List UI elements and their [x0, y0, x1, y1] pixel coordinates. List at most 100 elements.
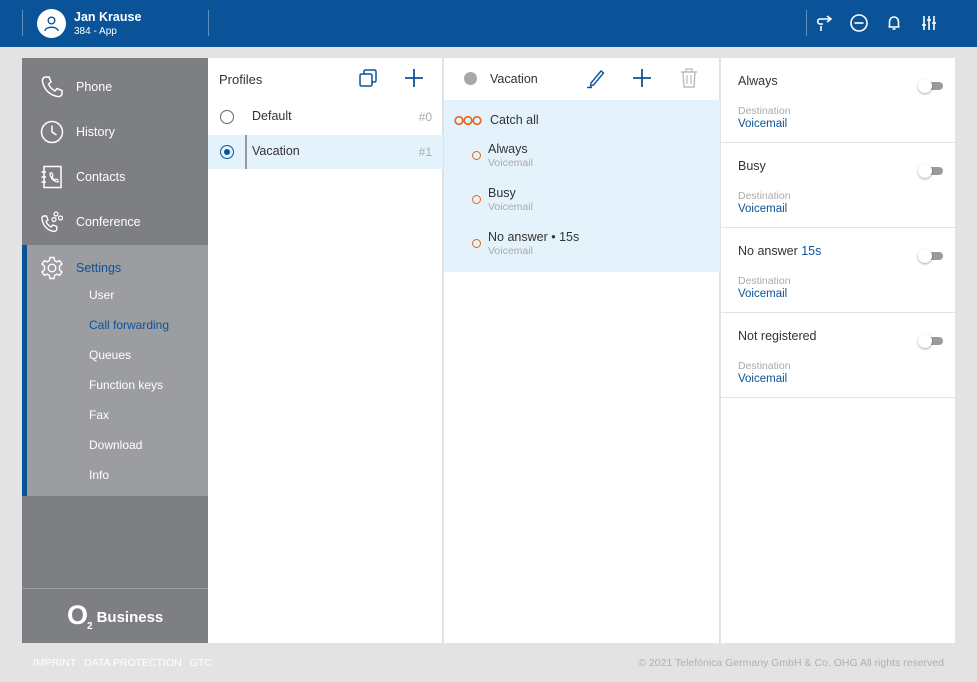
selection-indicator [245, 135, 247, 169]
contacts-icon [41, 165, 62, 189]
header-divider [22, 10, 23, 36]
delete-profile-button[interactable] [678, 67, 700, 89]
pencil-icon [587, 70, 605, 89]
not-registered-toggle[interactable] [918, 334, 943, 348]
catch-all-label: Catch all [490, 113, 539, 127]
sidebar-item-settings[interactable]: Settings [27, 245, 208, 290]
rule-title: Busy [488, 186, 516, 200]
sidebar-item-label: Settings [76, 260, 122, 275]
profile-row[interactable]: Vacation #1 [208, 135, 443, 169]
destination-label: Destination [738, 190, 791, 202]
settings-section: Settings User Call forwarding Queues Fun… [22, 245, 208, 496]
copy-icon [359, 69, 377, 87]
rule-destination: Voicemail [488, 157, 533, 169]
footer-links: IMPRINT DATA PROTECTION GTC [33, 657, 217, 669]
rule-title: No answer • 15s [488, 230, 580, 244]
sidebar-item-label: Phone [76, 79, 113, 94]
user-name: Jan Krause [74, 10, 142, 24]
profile-number: #0 [418, 110, 432, 124]
top-bar: Jan Krause 384 - App [0, 0, 977, 47]
conference-icon [41, 211, 64, 233]
sidebar-item-phone[interactable]: Phone [22, 64, 208, 109]
rule-title: Always [488, 142, 528, 156]
sidebar: Phone History Contacts Conference Settin… [22, 58, 208, 643]
sidebar-item-contacts[interactable]: Contacts [22, 154, 208, 199]
settings-sub-info[interactable]: Info [89, 468, 109, 482]
rule-destination: Voicemail [488, 201, 533, 213]
card-title: Busy [738, 159, 766, 173]
forward-card-no-answer: No answer 15s Destination Voicemail [721, 228, 955, 313]
card-title: Not registered [738, 329, 817, 343]
clock-icon [40, 120, 64, 144]
rule-bullet-icon [472, 151, 481, 160]
sidebar-item-label: History [76, 124, 115, 139]
settings-sub-function-keys[interactable]: Function keys [89, 378, 163, 392]
profile-name: Vacation [252, 144, 300, 158]
forward-card-busy: Busy Destination Voicemail [721, 143, 955, 228]
destination-value[interactable]: Voicemail [738, 288, 787, 300]
add-rule-button[interactable] [631, 67, 653, 89]
destination-value[interactable]: Voicemail [738, 203, 787, 215]
call-return-icon[interactable] [813, 12, 835, 34]
rules-profile-title: Vacation [490, 72, 538, 86]
sidebar-item-label: Contacts [76, 169, 126, 184]
copyright: © 2021 Telefónica Germany GmbH & Co. OHG… [638, 657, 944, 669]
add-profile-button[interactable] [403, 67, 425, 89]
no-answer-delay: 15s [801, 244, 822, 258]
bell-icon[interactable] [883, 12, 905, 34]
edit-profile-button[interactable] [585, 67, 607, 89]
plus-icon [633, 69, 651, 87]
o2-business-logo: O2Business [67, 600, 164, 632]
profile-status-dot [464, 72, 477, 85]
phone-icon [41, 76, 63, 98]
always-toggle[interactable] [918, 79, 943, 93]
forward-card-not-registered: Not registered Destination Voicemail [721, 313, 955, 398]
settings-sub-download[interactable]: Download [89, 438, 142, 452]
forward-card-always: Always Destination Voicemail [721, 58, 955, 143]
settings-sub-user[interactable]: User [89, 288, 114, 302]
destination-label: Destination [738, 360, 791, 372]
settings-sub-fax[interactable]: Fax [89, 408, 109, 422]
rule-bullet-icon [472, 195, 481, 204]
header-divider [806, 10, 807, 36]
sidebar-item-history[interactable]: History [22, 109, 208, 154]
do-not-disturb-icon[interactable] [848, 12, 870, 34]
user-icon [44, 16, 59, 32]
imprint-link[interactable]: IMPRINT [33, 657, 76, 669]
sidebar-item-label: Conference [76, 214, 141, 229]
data-protection-link[interactable]: DATA PROTECTION [84, 657, 182, 669]
destination-value[interactable]: Voicemail [738, 373, 787, 385]
header-divider [208, 10, 209, 36]
rule-destination: Voicemail [488, 245, 533, 257]
profile-name: Default [252, 109, 292, 123]
profiles-panel: Profiles Default #0 Vacation #1 [208, 58, 443, 643]
sidebar-item-conference[interactable]: Conference [22, 199, 208, 244]
catch-all-icon [454, 115, 482, 126]
duplicate-profile-button[interactable] [357, 67, 379, 89]
avatar[interactable] [37, 9, 66, 38]
user-extension: 384 - App [74, 26, 117, 37]
destination-label: Destination [738, 275, 791, 287]
rules-panel: Vacation Catch all Always Voicemail Busy… [444, 58, 720, 643]
sliders-icon[interactable] [918, 12, 940, 34]
profile-radio[interactable] [220, 110, 234, 124]
plus-icon [405, 69, 423, 87]
destination-value[interactable]: Voicemail [738, 118, 787, 130]
trash-icon [681, 68, 697, 88]
no-answer-toggle[interactable] [918, 249, 943, 263]
rules-list: Catch all Always Voicemail Busy Voicemai… [444, 100, 720, 272]
gtc-link[interactable]: GTC [190, 657, 212, 669]
destination-label: Destination [738, 105, 791, 117]
settings-sub-queues[interactable]: Queues [89, 348, 131, 362]
rule-bullet-icon [472, 239, 481, 248]
settings-sub-call-forwarding[interactable]: Call forwarding [89, 318, 169, 332]
card-title: Always [738, 74, 778, 88]
gear-icon [41, 256, 63, 280]
profile-row[interactable]: Default #0 [208, 100, 443, 134]
profile-number: #1 [418, 145, 432, 159]
profiles-title: Profiles [219, 72, 263, 87]
busy-toggle[interactable] [918, 164, 943, 178]
logo-area: O2Business [22, 588, 208, 643]
profile-radio[interactable] [220, 145, 234, 159]
card-title: No answer 15s [738, 244, 822, 258]
